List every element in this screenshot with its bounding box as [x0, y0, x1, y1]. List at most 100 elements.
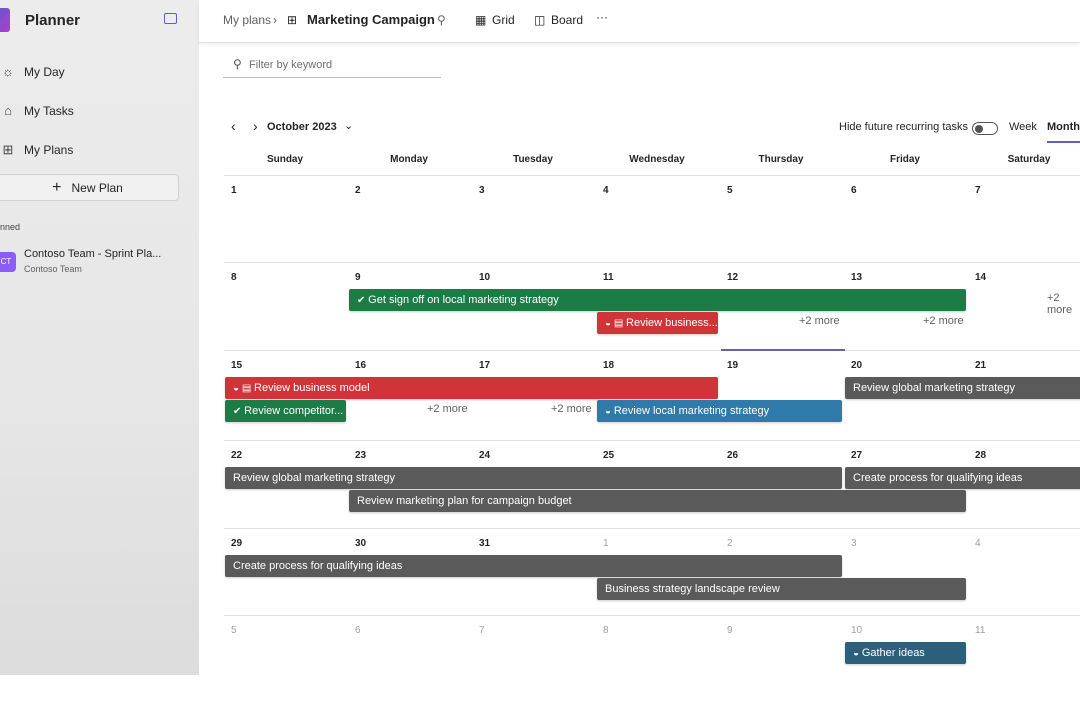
task-bar[interactable]: ✔ Review competitor... — [225, 400, 346, 422]
task-bar[interactable]: ✔ Get sign off on local marketing strate… — [349, 289, 966, 311]
date-number[interactable]: 13 — [851, 272, 862, 283]
view-week[interactable]: Week — [1009, 121, 1037, 133]
task-title: Review global marketing strategy — [853, 382, 1016, 394]
sidebar-item-my-tasks[interactable]: ⌂ My Tasks — [0, 103, 74, 118]
pinned-plan[interactable]: Contoso Team - Sprint Pla... — [24, 248, 161, 260]
new-plan-button[interactable]: + New Plan — [0, 174, 179, 201]
week-row — [224, 175, 1080, 265]
more-options-button[interactable]: ··· — [596, 10, 608, 24]
date-number[interactable]: 23 — [355, 450, 366, 461]
date-number[interactable]: 1 — [603, 538, 609, 549]
date-number[interactable]: 12 — [727, 272, 738, 283]
date-number[interactable]: 9 — [727, 625, 733, 636]
date-number[interactable]: 1 — [231, 185, 237, 196]
task-title: Review local marketing strategy — [613, 405, 770, 417]
date-number[interactable]: 24 — [479, 450, 490, 461]
task-bar[interactable]: Business strategy landscape review — [597, 578, 966, 600]
next-month-button[interactable]: › — [253, 118, 258, 134]
date-number[interactable]: 9 — [355, 272, 361, 283]
task-bar[interactable]: Review global marketing strategy — [845, 377, 1080, 399]
date-number[interactable]: 16 — [355, 360, 366, 371]
date-number[interactable]: 8 — [231, 272, 237, 283]
tab-grid[interactable]: Grid — [492, 13, 515, 27]
date-number[interactable]: 5 — [727, 185, 733, 196]
task-title: Gather ideas — [861, 647, 925, 659]
date-number[interactable]: 4 — [975, 538, 981, 549]
more-link[interactable]: +2 more — [427, 403, 468, 415]
date-number[interactable]: 10 — [851, 625, 862, 636]
task-bar[interactable]: ◒ ▤ Review business model — [225, 377, 718, 399]
task-title: Create process for qualifying ideas — [233, 560, 403, 572]
date-number[interactable]: 27 — [851, 450, 862, 461]
task-bar[interactable]: Review global marketing strategy — [225, 467, 842, 489]
date-number[interactable]: 14 — [975, 272, 986, 283]
date-number[interactable]: 26 — [727, 450, 738, 461]
sidebar-item-my-day[interactable]: ☼ My Day — [0, 64, 65, 79]
task-bar[interactable]: ◒ ▤ Review business... — [597, 312, 718, 334]
task-title: Review business... — [626, 317, 718, 329]
progress-icon: ◒ — [853, 648, 862, 659]
month-picker[interactable]: October 2023 — [267, 121, 337, 133]
selected-view-underline — [1047, 141, 1080, 143]
hide-recurring-toggle[interactable] — [972, 122, 998, 135]
task-bar[interactable]: Create process for qualifying ideas — [845, 467, 1080, 489]
date-number[interactable]: 6 — [355, 625, 361, 636]
date-number[interactable]: 6 — [851, 185, 857, 196]
date-number[interactable]: 2 — [355, 185, 361, 196]
date-number[interactable]: 10 — [479, 272, 490, 283]
date-number[interactable]: 28 — [975, 450, 986, 461]
plan-icon: CT — [0, 252, 16, 272]
date-number[interactable]: 7 — [975, 185, 981, 196]
date-number[interactable]: 2 — [727, 538, 733, 549]
date-number[interactable]: 17 — [479, 360, 490, 371]
plan-icon: ⊞ — [287, 13, 298, 27]
date-number[interactable]: 25 — [603, 450, 614, 461]
label: New Plan — [71, 180, 123, 195]
filter-input[interactable]: ⚲ Filter by keyword — [223, 54, 441, 78]
date-number[interactable]: 15 — [231, 360, 242, 371]
more-link[interactable]: +2 more — [923, 315, 964, 327]
more-link[interactable]: +2 more — [799, 315, 840, 327]
date-number[interactable]: 30 — [355, 538, 366, 549]
plus-icon: + — [52, 178, 62, 196]
date-number[interactable]: 11 — [975, 625, 985, 636]
day-header: Friday — [889, 154, 920, 165]
date-number[interactable]: 19 — [727, 360, 738, 371]
date-number[interactable]: 29 — [231, 538, 242, 549]
pin-icon[interactable]: ⚲ — [437, 13, 446, 27]
date-number[interactable]: 3 — [479, 185, 485, 196]
date-number[interactable]: 5 — [231, 625, 237, 636]
sidebar-item-my-plans[interactable]: ⊞ My Plans — [0, 142, 74, 158]
more-link[interactable]: +2 more — [551, 403, 592, 415]
progress-icon: ◒ — [605, 406, 614, 417]
date-number[interactable]: 3 — [851, 538, 857, 549]
view-month[interactable]: Month — [1047, 121, 1080, 133]
breadcrumb-my-plans[interactable]: My plans — [223, 13, 271, 27]
chevron-down-icon[interactable]: ⌄ — [344, 119, 353, 132]
date-number[interactable]: 21 — [975, 360, 986, 371]
date-number[interactable]: 22 — [231, 450, 242, 461]
task-bar[interactable]: ◒ Gather ideas — [845, 642, 966, 664]
today-indicator — [721, 349, 845, 351]
task-bar[interactable]: ◒ Review local marketing strategy — [597, 400, 842, 422]
task-bar[interactable]: Review marketing plan for campaign budge… — [349, 490, 966, 512]
date-number[interactable]: 11 — [603, 272, 614, 283]
app-title: Planner — [25, 12, 81, 29]
date-number[interactable]: 20 — [851, 360, 862, 371]
collapse-sidebar-icon[interactable] — [164, 13, 177, 24]
date-number[interactable]: 4 — [603, 185, 609, 196]
progress-icon: ◒ ▤ — [605, 318, 627, 329]
date-number[interactable]: 18 — [603, 360, 614, 371]
date-number[interactable]: 8 — [603, 625, 609, 636]
task-bar[interactable]: Create process for qualifying ideas — [225, 555, 842, 577]
more-link[interactable]: +2 more — [1047, 292, 1080, 316]
task-title: Review global marketing strategy — [233, 472, 396, 484]
previous-month-button[interactable]: ‹ — [231, 118, 236, 134]
pinned-heading: nned — [0, 222, 21, 232]
task-title: Review business model — [254, 382, 370, 394]
tab-board[interactable]: Board — [551, 13, 583, 27]
date-number[interactable]: 31 — [479, 538, 490, 549]
sidebar: Planner ☼ My Day ⌂ My Tasks ⊞ My Plans + New… — [0, 0, 199, 675]
date-number[interactable]: 7 — [479, 625, 485, 636]
task-title: Review competitor... — [244, 405, 344, 417]
